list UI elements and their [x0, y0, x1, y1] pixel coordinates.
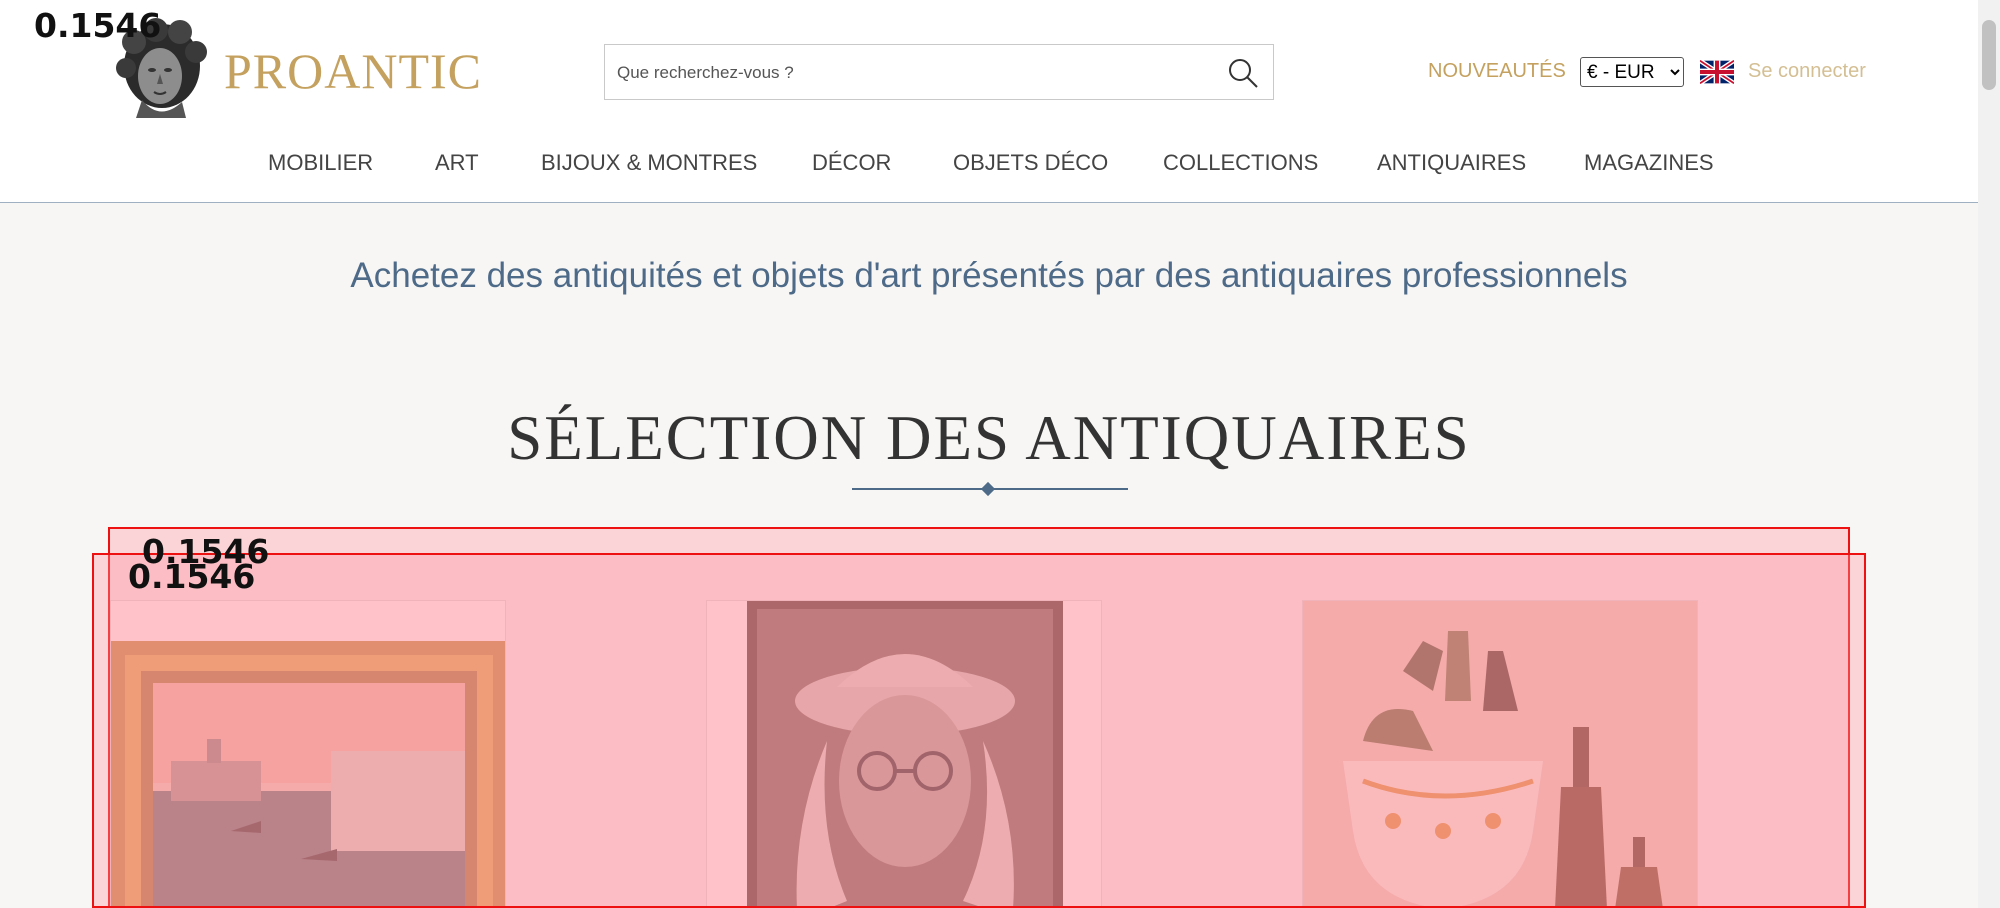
- nav-item-art[interactable]: ART: [435, 150, 479, 176]
- page-scrollbar[interactable]: [1978, 0, 2000, 908]
- site-header: PROANTIC NOUVEAUTÉS € - EUR Se connecter…: [0, 0, 1978, 203]
- new-arrivals-link[interactable]: NOUVEAUTÉS: [1428, 60, 1566, 83]
- currency-select[interactable]: € - EUR: [1580, 57, 1684, 87]
- tagline: Achetez des antiquités et objets d'art p…: [350, 256, 1628, 295]
- section-title: SÉLECTION DES ANTIQUAIRES: [507, 403, 1471, 473]
- search-bar: [604, 44, 1274, 101]
- search-icon[interactable]: [1227, 57, 1259, 89]
- score-label: 0.1546: [128, 557, 256, 596]
- logo-text[interactable]: PROANTIC: [224, 42, 482, 100]
- detection-box: [92, 553, 1866, 908]
- scrollbar-thumb[interactable]: [1982, 20, 1996, 90]
- nav-item-decor[interactable]: DÉCOR: [812, 150, 891, 176]
- nav-item-collections[interactable]: COLLECTIONS: [1163, 150, 1318, 176]
- login-link[interactable]: Se connecter: [1748, 60, 1866, 83]
- title-divider-diamond: [980, 481, 996, 497]
- uk-flag-icon[interactable]: [1700, 60, 1734, 84]
- nav-item-antiquaires[interactable]: ANTIQUAIRES: [1377, 150, 1526, 176]
- nav-item-mobilier[interactable]: MOBILIER: [268, 150, 373, 176]
- nav-item-objets-deco[interactable]: OBJETS DÉCO: [953, 150, 1108, 176]
- nav-item-magazines[interactable]: MAGAZINES: [1584, 150, 1714, 176]
- nav-item-bijoux-montres[interactable]: BIJOUX & MONTRES: [541, 150, 757, 176]
- score-label: 0.1546: [34, 6, 162, 45]
- main-nav: MOBILIER ART BIJOUX & MONTRES DÉCOR OBJE…: [0, 150, 1978, 180]
- search-input[interactable]: [615, 45, 1199, 101]
